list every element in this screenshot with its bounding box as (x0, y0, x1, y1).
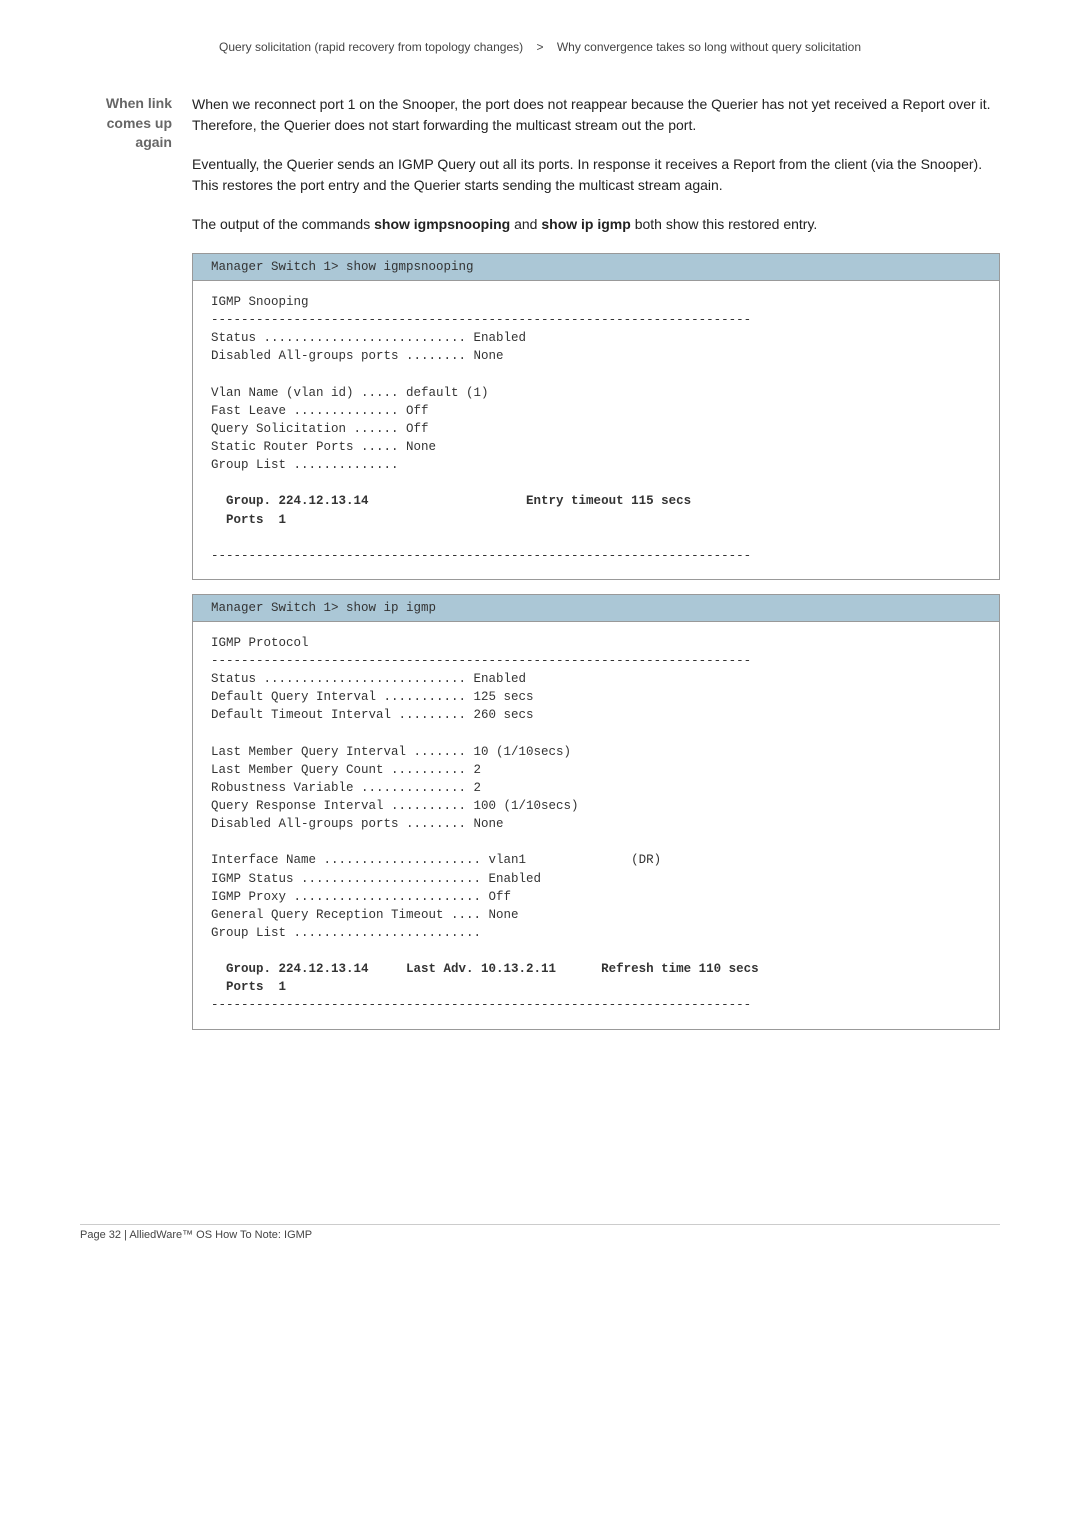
t1-ports-line: Ports 1 (211, 513, 286, 527)
terminal-body-1: IGMP Snooping --------------------------… (193, 281, 999, 579)
paragraph-3: The output of the commands show igmpsnoo… (192, 214, 1000, 235)
t2-l2: ----------------------------------------… (211, 654, 751, 668)
t1-l8: Query Solicitation ...... Off (211, 422, 429, 436)
t2-l4: Default Query Interval ........... 125 s… (211, 690, 534, 704)
t1-l2: ----------------------------------------… (211, 313, 751, 327)
page-footer: Page 32 | AlliedWare™ OS How To Note: IG… (80, 1224, 1000, 1241)
t1-group-line: Group. 224.12.13.14 Entry timeout 115 se… (211, 494, 691, 508)
main-content: When link comes up again When we reconne… (80, 94, 1000, 1044)
breadcrumb-sep: > (536, 40, 543, 54)
p3-text-a: The output of the commands (192, 216, 374, 232)
side-label-line1: When link (80, 94, 172, 114)
terminal-igmpsnooping: Manager Switch 1> show igmpsnooping IGMP… (192, 253, 1000, 580)
terminal-header-1: Manager Switch 1> show igmpsnooping (193, 254, 999, 281)
t2-l3: Status ........................... Enabl… (211, 672, 526, 686)
t1-l9: Static Router Ports ..... None (211, 440, 436, 454)
t2-l17: Group List ......................... (211, 926, 481, 940)
t2-l10: Query Response Interval .......... 100 (… (211, 799, 579, 813)
body-column: When we reconnect port 1 on the Snooper,… (192, 94, 1000, 1044)
t1-l3: Status ........................... Enabl… (211, 331, 526, 345)
t2-l8: Last Member Query Count .......... 2 (211, 763, 481, 777)
p3-text-b: and (510, 216, 541, 232)
t1-l10: Group List .............. (211, 458, 399, 472)
p3-cmd1: show igmpsnooping (374, 216, 510, 232)
paragraph-2: Eventually, the Querier sends an IGMP Qu… (192, 154, 1000, 196)
p3-text-c: both show this restored entry. (631, 216, 818, 232)
breadcrumb: Query solicitation (rapid recovery from … (80, 40, 1000, 54)
t2-l13: Interface Name ..................... vla… (211, 853, 661, 867)
t2-group-line: Group. 224.12.13.14 Last Adv. 10.13.2.11… (211, 962, 759, 976)
t2-l1: IGMP Protocol (211, 636, 309, 650)
t2-l11: Disabled All-groups ports ........ None (211, 817, 504, 831)
terminal-header-2: Manager Switch 1> show ip igmp (193, 595, 999, 622)
breadcrumb-right: Why convergence takes so long without qu… (557, 40, 861, 54)
t2-l9: Robustness Variable .............. 2 (211, 781, 481, 795)
t2-l7: Last Member Query Interval ....... 10 (1… (211, 745, 571, 759)
t2-l5: Default Timeout Interval ......... 260 s… (211, 708, 534, 722)
section-side-label: When link comes up again (80, 94, 172, 153)
t2-l15: IGMP Proxy ......................... Off (211, 890, 511, 904)
terminal-body-2: IGMP Protocol --------------------------… (193, 622, 999, 1029)
breadcrumb-left: Query solicitation (rapid recovery from … (219, 40, 523, 54)
t1-l7: Fast Leave .............. Off (211, 404, 429, 418)
t1-l14: ----------------------------------------… (211, 549, 751, 563)
t1-l4: Disabled All-groups ports ........ None (211, 349, 504, 363)
t1-l6: Vlan Name (vlan id) ..... default (1) (211, 386, 489, 400)
t2-l16: General Query Reception Timeout .... Non… (211, 908, 519, 922)
t1-l1: IGMP Snooping (211, 295, 309, 309)
p3-cmd2: show ip igmp (541, 216, 630, 232)
paragraph-1: When we reconnect port 1 on the Snooper,… (192, 94, 1000, 136)
side-label-line3: again (80, 133, 172, 153)
terminal-ipigmp: Manager Switch 1> show ip igmp IGMP Prot… (192, 594, 1000, 1030)
side-label-line2: comes up (80, 114, 172, 134)
t2-l14: IGMP Status ........................ Ena… (211, 872, 541, 886)
t2-l20: ----------------------------------------… (211, 998, 751, 1012)
t2-ports-line: Ports 1 (211, 980, 286, 994)
